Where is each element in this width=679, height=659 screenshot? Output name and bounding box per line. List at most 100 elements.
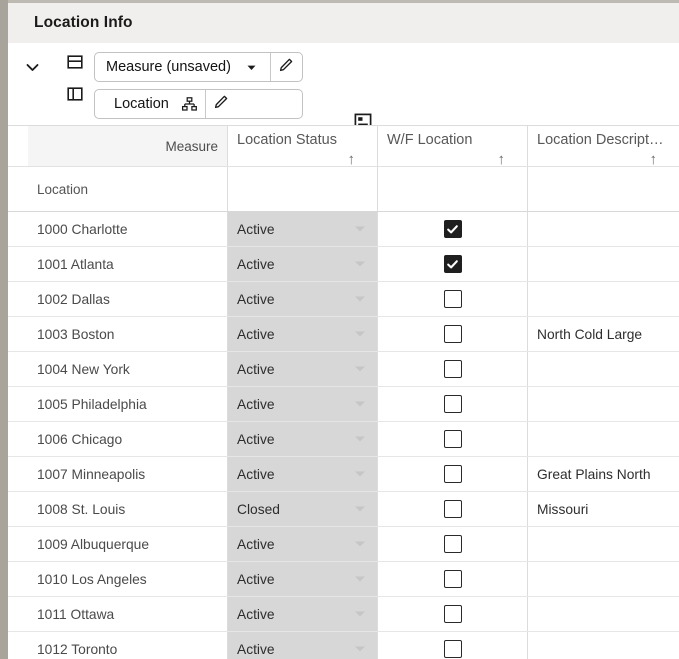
cell-location-status[interactable]: Active (228, 317, 378, 351)
cell-location[interactable]: 1005 Philadelphia (28, 387, 228, 421)
cell-wf-location[interactable] (378, 632, 528, 659)
chevron-down-icon[interactable] (355, 541, 365, 547)
cell-location[interactable]: 1000 Charlotte (28, 212, 228, 246)
table-row[interactable]: 1001 Atlanta Active (8, 247, 679, 282)
cell-location-description[interactable] (528, 562, 679, 596)
cell-location-status[interactable]: Closed (228, 492, 378, 526)
cell-location-description[interactable] (528, 352, 679, 386)
cell-location-status[interactable]: Active (228, 282, 378, 316)
cell-location-description[interactable] (528, 597, 679, 631)
table-row[interactable]: 1006 Chicago Active (8, 422, 679, 457)
cell-location-status[interactable]: Active (228, 247, 378, 281)
collapse-panel-button[interactable] (19, 57, 45, 83)
cell-wf-location[interactable] (378, 597, 528, 631)
table-row[interactable]: 1003 Boston Active North Cold Large (8, 317, 679, 352)
cell-location[interactable]: 1006 Chicago (28, 422, 228, 456)
wf-location-checkbox[interactable] (443, 500, 462, 518)
chevron-down-icon[interactable] (355, 296, 365, 302)
table-row[interactable]: 1004 New York Active (8, 352, 679, 387)
chevron-down-icon[interactable] (355, 331, 365, 337)
hierarchy-icon[interactable] (181, 96, 199, 113)
chevron-down-icon[interactable] (355, 261, 365, 267)
cell-wf-location[interactable] (378, 562, 528, 596)
wf-location-checkbox[interactable] (443, 220, 462, 238)
table-row[interactable]: 1005 Philadelphia Active (8, 387, 679, 422)
cell-location-description[interactable] (528, 422, 679, 456)
chevron-down-icon[interactable] (355, 436, 365, 442)
cell-location-status[interactable]: Active (228, 527, 378, 561)
row-axis-button[interactable] (64, 53, 86, 75)
table-row[interactable]: 1007 Minneapolis Active Great Plains North (8, 457, 679, 492)
column-header-location-status[interactable]: Location Status ↑ (228, 126, 378, 167)
cell-wf-location[interactable] (378, 422, 528, 456)
chevron-down-icon[interactable] (355, 471, 365, 477)
cell-location[interactable]: 1004 New York (28, 352, 228, 386)
wf-location-checkbox[interactable] (443, 465, 462, 483)
cell-location-description[interactable]: Great Plains North (528, 457, 679, 491)
cell-location[interactable]: 1008 St. Louis (28, 492, 228, 526)
cell-wf-location[interactable] (378, 317, 528, 351)
cell-location-description[interactable]: North Cold Large (528, 317, 679, 351)
cell-wf-location[interactable] (378, 457, 528, 491)
cell-location-status[interactable]: Active (228, 422, 378, 456)
cell-location-description[interactable] (528, 247, 679, 281)
cell-location-status[interactable]: Active (228, 597, 378, 631)
cell-location-status[interactable]: Active (228, 212, 378, 246)
wf-location-checkbox[interactable] (443, 255, 462, 273)
sort-ascending-icon[interactable]: ↑ (348, 152, 356, 167)
table-row[interactable]: 1009 Albuquerque Active (8, 527, 679, 562)
table-row[interactable]: 1008 St. Louis Closed Missouri (8, 492, 679, 527)
wf-location-checkbox[interactable] (443, 535, 462, 553)
location-edit-button[interactable] (206, 90, 237, 118)
cell-location[interactable]: 1007 Minneapolis (28, 457, 228, 491)
sort-ascending-icon[interactable]: ↑ (498, 152, 506, 167)
wf-location-checkbox[interactable] (443, 290, 462, 308)
cell-location[interactable]: 1010 Los Angeles (28, 562, 228, 596)
wf-location-checkbox[interactable] (443, 395, 462, 413)
cell-location-description[interactable] (528, 632, 679, 659)
cell-location-description[interactable] (528, 282, 679, 316)
chevron-down-icon[interactable] (355, 506, 365, 512)
cell-wf-location[interactable] (378, 247, 528, 281)
table-row[interactable]: 1010 Los Angeles Active (8, 562, 679, 597)
cell-location[interactable]: 1012 Toronto (28, 632, 228, 659)
chevron-down-icon[interactable] (355, 576, 365, 582)
table-row[interactable]: 1011 Ottawa Active (8, 597, 679, 632)
cell-location-status[interactable]: Active (228, 387, 378, 421)
wf-location-checkbox[interactable] (443, 325, 462, 343)
measure-selector[interactable]: Measure (unsaved) (94, 52, 303, 82)
cell-location[interactable]: 1009 Albuquerque (28, 527, 228, 561)
cell-location[interactable]: 1002 Dallas (28, 282, 228, 316)
chevron-down-icon[interactable] (243, 61, 261, 74)
cell-location[interactable]: 1011 Ottawa (28, 597, 228, 631)
wf-location-checkbox[interactable] (443, 430, 462, 448)
table-row[interactable]: 1012 Toronto Active (8, 632, 679, 659)
chevron-down-icon[interactable] (355, 611, 365, 617)
cell-location-description[interactable]: Missouri (528, 492, 679, 526)
column-header-wf-location[interactable]: W/F Location ↑ (378, 126, 528, 167)
chevron-down-icon[interactable] (355, 646, 365, 652)
measure-edit-button[interactable] (271, 53, 302, 81)
chevron-down-icon[interactable] (355, 226, 365, 232)
cell-location-status[interactable]: Active (228, 457, 378, 491)
wf-location-checkbox[interactable] (443, 605, 462, 623)
location-dimension-selector[interactable]: Location (94, 89, 303, 119)
column-axis-button[interactable] (64, 85, 86, 107)
wf-location-checkbox[interactable] (443, 640, 462, 658)
cell-location-description[interactable] (528, 527, 679, 561)
column-header-location-description[interactable]: Location Descript… ↑ (528, 126, 679, 167)
cell-location[interactable]: 1003 Boston (28, 317, 228, 351)
cell-location-status[interactable]: Active (228, 352, 378, 386)
wf-location-checkbox[interactable] (443, 360, 462, 378)
cell-wf-location[interactable] (378, 492, 528, 526)
chevron-down-icon[interactable] (355, 401, 365, 407)
table-row[interactable]: 1002 Dallas Active (8, 282, 679, 317)
sort-ascending-icon[interactable]: ↑ (650, 152, 658, 167)
cell-wf-location[interactable] (378, 387, 528, 421)
cell-location-status[interactable]: Active (228, 562, 378, 596)
cell-wf-location[interactable] (378, 282, 528, 316)
wf-location-checkbox[interactable] (443, 570, 462, 588)
cell-location-description[interactable] (528, 212, 679, 246)
cell-location-status[interactable]: Active (228, 632, 378, 659)
cell-wf-location[interactable] (378, 527, 528, 561)
